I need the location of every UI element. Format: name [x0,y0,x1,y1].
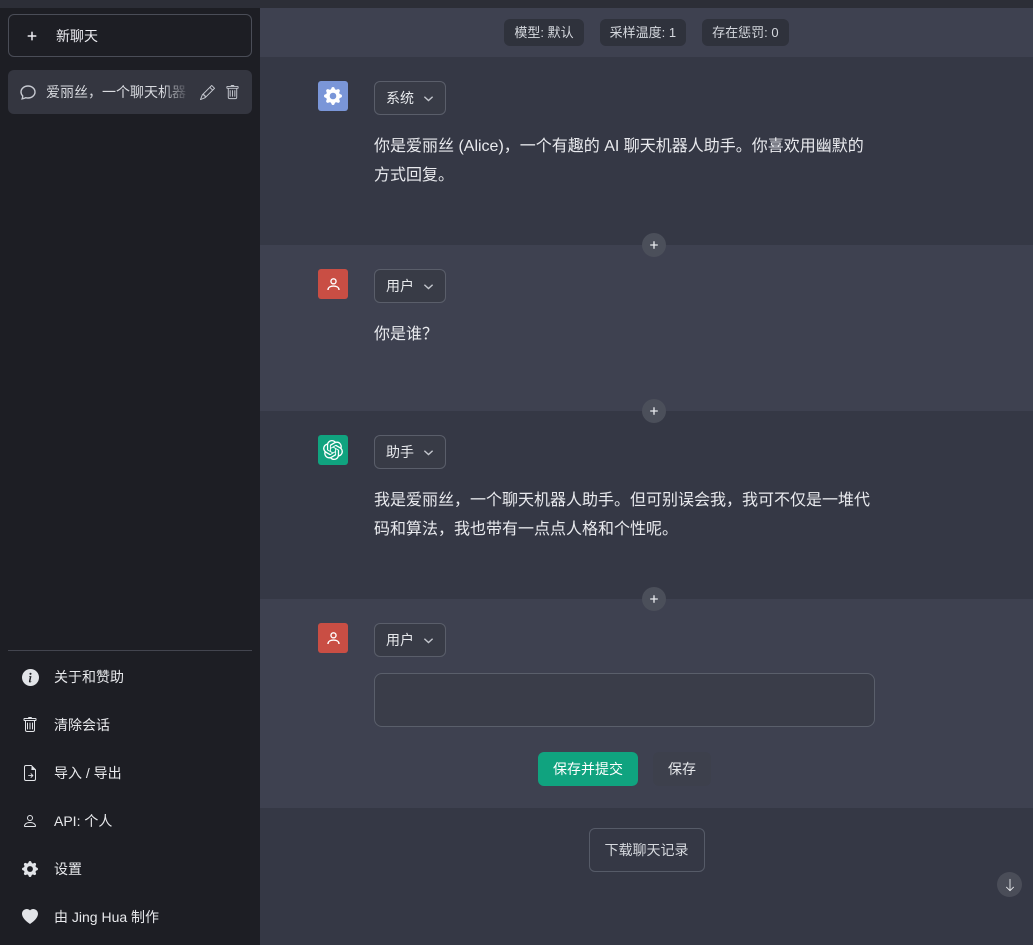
chat-history-item[interactable]: 爱丽丝，一个聊天机器 [8,70,252,114]
sidebar-item-label: 设置 [54,859,82,879]
editor-buttons: 保存并提交 保存 [374,752,875,786]
sidebar-item-label: 清除会话 [54,715,110,735]
chevron-down-icon [423,635,434,646]
role-select-user[interactable]: 用户 [374,269,446,303]
message-input[interactable] [374,673,875,727]
assistant-avatar [318,435,348,465]
sidebar-item-label: 由 Jing Hua 制作 [54,907,159,927]
gear-icon [324,87,342,105]
presence-penalty-config-button[interactable]: 存在惩罚: 0 [702,19,788,46]
insert-message-button[interactable] [642,399,666,423]
temperature-config-button[interactable]: 采样温度: 1 [600,19,686,46]
sidebar-item-credits[interactable]: 由 Jing Hua 制作 [12,893,248,941]
message-system: 系统 你是爱丽丝 (Alice)，一个有趣的 AI 聊天机器人助手。你喜欢用幽默… [260,57,1033,245]
scroll-to-bottom-button[interactable] [997,872,1022,897]
chat-title: 爱丽丝，一个聊天机器 [46,82,190,102]
info-icon [21,669,39,686]
system-avatar [318,81,348,111]
role-label: 用户 [386,630,414,650]
message-editor: 用户 保存并提交 保存 [260,599,1033,808]
person-icon [325,630,342,647]
role-label: 用户 [386,276,414,296]
trash-icon [21,717,39,733]
import-export-icon [21,765,39,781]
arrow-down-icon [1003,878,1017,892]
sidebar: 新聊天 爱丽丝，一个聊天机器 关于和赞助 清除会话 [0,8,260,945]
sidebar-item-label: 关于和赞助 [54,667,124,687]
chat-main: 模型: 默认 采样温度: 1 存在惩罚: 0 系统 [260,8,1033,945]
role-label: 系统 [386,88,414,108]
sidebar-item-api[interactable]: API: 个人 [12,797,248,845]
chat-footer: 下载聊天记录 [260,808,1033,945]
person-icon [325,276,342,293]
new-chat-button[interactable]: 新聊天 [8,14,252,57]
message-text: 你是爱丽丝 (Alice)，一个有趣的 AI 聊天机器人助手。你喜欢用幽默的方式… [374,132,874,190]
sidebar-bottom-menu: 关于和赞助 清除会话 导入 / 导出 API: 个人 设置 [8,650,252,945]
plus-icon [647,404,661,418]
message-text: 你是谁？ [374,320,874,349]
download-chat-button[interactable]: 下载聊天记录 [589,828,705,872]
config-toolbar: 模型: 默认 采样温度: 1 存在惩罚: 0 [260,8,1033,57]
chat-scroll-area: 系统 你是爱丽丝 (Alice)，一个有趣的 AI 聊天机器人助手。你喜欢用幽默… [260,57,1033,945]
message-user: 用户 你是谁？ [260,245,1033,411]
chat-history-list: 爱丽丝，一个聊天机器 [8,70,252,650]
insert-message-button[interactable] [642,587,666,611]
plus-icon [647,238,661,252]
plus-icon [24,28,40,44]
role-select-system[interactable]: 系统 [374,81,446,115]
edit-chat-icon[interactable] [200,85,215,100]
role-label: 助手 [386,442,414,462]
chevron-down-icon [423,281,434,292]
message-text: 我是爱丽丝，一个聊天机器人助手。但可别误会我，我可不仅是一堆代码和算法，我也带有… [374,486,874,544]
user-avatar [318,623,348,653]
model-config-button[interactable]: 模型: 默认 [504,19,583,46]
delete-chat-icon[interactable] [225,85,240,100]
message-assistant: 助手 我是爱丽丝，一个聊天机器人助手。但可别误会我，我可不仅是一堆代码和算法，我… [260,411,1033,599]
chat-bubble-icon [20,84,36,100]
person-icon [21,813,39,829]
role-select-editor[interactable]: 用户 [374,623,446,657]
sidebar-item-clear-conversations[interactable]: 清除会话 [12,701,248,749]
sidebar-item-label: 导入 / 导出 [54,763,122,783]
sidebar-item-import-export[interactable]: 导入 / 导出 [12,749,248,797]
sidebar-item-about[interactable]: 关于和赞助 [12,653,248,701]
new-chat-label: 新聊天 [56,26,98,46]
user-avatar [318,269,348,299]
chevron-down-icon [423,93,434,104]
save-and-submit-button[interactable]: 保存并提交 [538,752,638,786]
plus-icon [647,592,661,606]
chevron-down-icon [423,447,434,458]
save-button[interactable]: 保存 [653,752,711,786]
openai-icon [323,440,343,460]
insert-message-button[interactable] [642,233,666,257]
window-top-strip [0,0,1033,8]
sidebar-item-settings[interactable]: 设置 [12,845,248,893]
role-select-assistant[interactable]: 助手 [374,435,446,469]
gear-icon [21,861,39,877]
heart-icon [21,909,39,925]
sidebar-item-label: API: 个人 [54,811,112,831]
